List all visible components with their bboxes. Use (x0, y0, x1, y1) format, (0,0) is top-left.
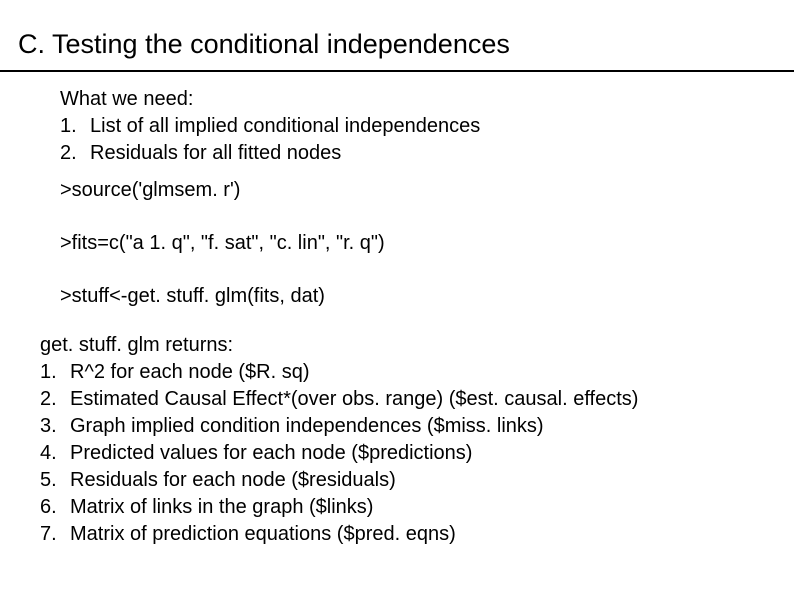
list-text: Residuals for each node ($residuals) (70, 467, 396, 494)
code-line-3: >stuff<-get. stuff. glm(fits, dat) (0, 283, 794, 310)
list-text: R^2 for each node ($R. sq) (70, 359, 310, 386)
list-item: 4. Predicted values for each node ($pred… (40, 440, 794, 467)
slide: C. Testing the conditional independences… (0, 0, 794, 595)
list-text: Matrix of prediction equations ($pred. e… (70, 521, 456, 548)
list-number: 2. (40, 386, 70, 413)
returns-heading: get. stuff. glm returns: (40, 332, 794, 359)
title-area: C. Testing the conditional independences (0, 0, 794, 60)
list-text: Estimated Causal Effect*(over obs. range… (70, 386, 638, 413)
list-number: 1. (60, 113, 90, 140)
list-text: Matrix of links in the graph ($links) (70, 494, 373, 521)
returns-block: get. stuff. glm returns: 1. R^2 for each… (0, 332, 794, 548)
list-number: 6. (40, 494, 70, 521)
list-item: 3. Graph implied condition independences… (40, 413, 794, 440)
list-item: 2. Residuals for all fitted nodes (60, 140, 794, 167)
list-number: 5. (40, 467, 70, 494)
code-line-2: >fits=c("a 1. q", "f. sat", "c. lin", "r… (0, 230, 794, 257)
list-number: 3. (40, 413, 70, 440)
list-item: 6. Matrix of links in the graph ($links) (40, 494, 794, 521)
list-text: Graph implied condition independences ($… (70, 413, 544, 440)
list-number: 4. (40, 440, 70, 467)
list-text: Predicted values for each node ($predict… (70, 440, 472, 467)
list-text: Residuals for all fitted nodes (90, 140, 341, 167)
list-item: 7. Matrix of prediction equations ($pred… (40, 521, 794, 548)
content-area: What we need: 1. List of all implied con… (0, 72, 794, 548)
need-list: 1. List of all implied conditional indep… (60, 113, 794, 167)
need-heading: What we need: (60, 86, 794, 113)
code-line-1: >source('glmsem. r') (0, 177, 794, 204)
list-item: 2. Estimated Causal Effect*(over obs. ra… (40, 386, 794, 413)
need-block: What we need: 1. List of all implied con… (0, 86, 794, 167)
list-number: 2. (60, 140, 90, 167)
list-item: 1. List of all implied conditional indep… (60, 113, 794, 140)
list-number: 1. (40, 359, 70, 386)
returns-list: 1. R^2 for each node ($R. sq) 2. Estimat… (40, 359, 794, 548)
list-item: 1. R^2 for each node ($R. sq) (40, 359, 794, 386)
slide-title: C. Testing the conditional independences (18, 28, 794, 60)
list-item: 5. Residuals for each node ($residuals) (40, 467, 794, 494)
list-text: List of all implied conditional independ… (90, 113, 480, 140)
list-number: 7. (40, 521, 70, 548)
